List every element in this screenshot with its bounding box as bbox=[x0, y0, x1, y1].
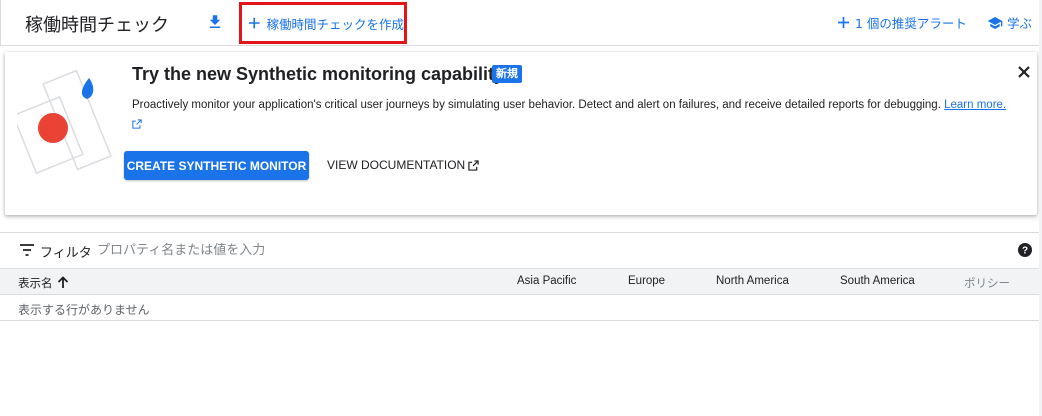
create-uptime-check-label: 稼働時間チェックを作成 bbox=[266, 16, 404, 32]
page-header: 稼働時間チェック 稼働時間チェックを作成 1 個の推奨アラート 学ぶ bbox=[0, 0, 1042, 46]
learn-button[interactable]: 学ぶ bbox=[987, 13, 1032, 32]
table-header: 表示名 Asia Pacific Europe North America So… bbox=[0, 268, 1042, 295]
column-header-north-america[interactable]: North America bbox=[716, 275, 789, 287]
download-icon[interactable] bbox=[206, 13, 224, 31]
filter-bar: フィルタ ? bbox=[0, 232, 1042, 268]
external-link-icon[interactable] bbox=[132, 119, 142, 129]
new-badge: 新規 bbox=[492, 65, 522, 83]
external-link-icon bbox=[468, 159, 479, 171]
banner-title: Try the new Synthetic monitoring capabil… bbox=[132, 64, 511, 84]
column-header-europe[interactable]: Europe bbox=[628, 275, 665, 287]
svg-text:?: ? bbox=[1022, 246, 1028, 257]
sort-ascending-icon[interactable] bbox=[57, 276, 69, 289]
graduation-cap-icon bbox=[987, 16, 1003, 29]
synthetic-monitoring-illustration bbox=[17, 69, 112, 175]
banner-description-block: Proactively monitor your application's c… bbox=[132, 95, 1027, 135]
banner-description: Proactively monitor your application's c… bbox=[132, 99, 941, 111]
page-title: 稼働時間チェック bbox=[25, 15, 169, 36]
plus-icon bbox=[248, 17, 260, 29]
column-header-display-name[interactable]: 表示名 bbox=[18, 275, 53, 291]
learn-label: 学ぶ bbox=[1007, 16, 1033, 31]
column-header-south-america[interactable]: South America bbox=[840, 275, 915, 287]
close-icon[interactable] bbox=[1015, 63, 1033, 81]
synthetic-monitoring-banner: Try the new Synthetic monitoring capabil… bbox=[5, 52, 1037, 215]
filter-icon bbox=[20, 244, 34, 256]
create-synthetic-monitor-button[interactable]: CREATE SYNTHETIC MONITOR bbox=[124, 151, 309, 180]
filter-label: フィルタ bbox=[40, 246, 92, 261]
learn-more-link[interactable]: Learn more. bbox=[944, 99, 1006, 111]
recommended-alert-button[interactable]: 1 個の推奨アラート bbox=[837, 13, 967, 32]
empty-table-message: 表示する行がありません bbox=[18, 303, 150, 317]
help-icon[interactable]: ? bbox=[1018, 243, 1032, 257]
filter-input[interactable] bbox=[97, 239, 497, 261]
column-header-policy[interactable]: ポリシー bbox=[964, 275, 1010, 291]
create-uptime-check-button[interactable]: 稼働時間チェックを作成 bbox=[239, 2, 407, 44]
table-empty-row: 表示する行がありません bbox=[0, 295, 1042, 321]
view-documentation-button[interactable]: VIEW DOCUMENTATION bbox=[327, 158, 479, 172]
plus-icon bbox=[837, 16, 850, 29]
view-documentation-label: VIEW DOCUMENTATION bbox=[327, 158, 466, 172]
column-header-asia-pacific[interactable]: Asia Pacific bbox=[517, 275, 576, 287]
recommended-alert-label: 1 個の推奨アラート bbox=[855, 16, 967, 31]
